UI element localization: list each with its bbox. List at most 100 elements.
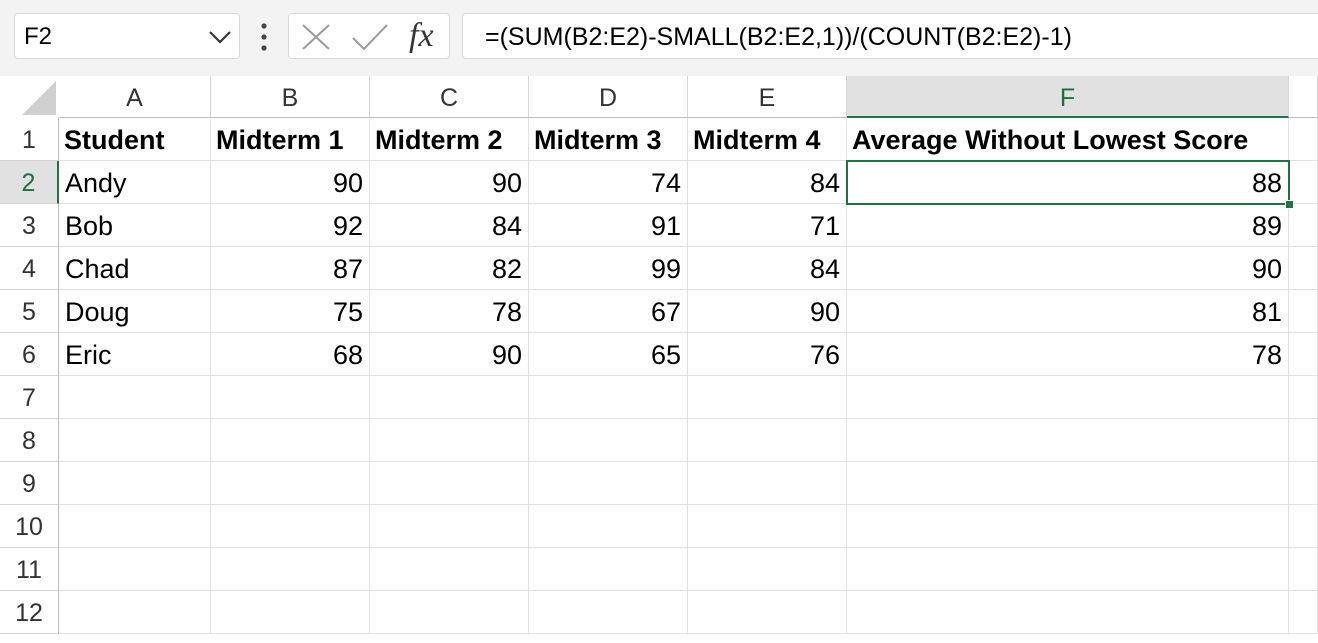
cell-a6[interactable]: Eric	[59, 333, 211, 376]
cell-a10[interactable]	[59, 505, 211, 548]
column-header-d[interactable]: D	[529, 76, 688, 118]
cell-e8[interactable]	[688, 419, 847, 462]
cell-f6[interactable]: 78	[847, 333, 1289, 376]
cell-overflow[interactable]	[1289, 247, 1318, 290]
vertical-dots-icon[interactable]	[256, 22, 272, 52]
cell-e7[interactable]	[688, 376, 847, 419]
cell-f3[interactable]: 89	[847, 204, 1289, 247]
cell-e10[interactable]	[688, 505, 847, 548]
cell-overflow[interactable]	[1289, 591, 1318, 634]
row-header-6[interactable]: 6	[0, 333, 59, 376]
cell-c9[interactable]	[370, 462, 529, 505]
cell-d4[interactable]: 99	[529, 247, 688, 290]
cell-f7[interactable]	[847, 376, 1289, 419]
cell-d10[interactable]	[529, 505, 688, 548]
cell-a7[interactable]	[59, 376, 211, 419]
name-box[interactable]: F2	[14, 13, 240, 59]
cell-c7[interactable]	[370, 376, 529, 419]
cell-f5[interactable]: 81	[847, 290, 1289, 333]
column-header-c[interactable]: C	[370, 76, 529, 118]
cell-b2[interactable]: 90	[211, 161, 370, 204]
cell-overflow[interactable]	[1289, 333, 1318, 376]
cell-c4[interactable]: 82	[370, 247, 529, 290]
cell-b12[interactable]	[211, 591, 370, 634]
cell-overflow[interactable]	[1289, 462, 1318, 505]
cell-b1[interactable]: Midterm 1	[211, 118, 370, 161]
cell-c10[interactable]	[370, 505, 529, 548]
row-header-3[interactable]: 3	[0, 204, 59, 247]
checkmark-icon[interactable]	[351, 22, 389, 52]
cell-a9[interactable]	[59, 462, 211, 505]
fill-handle[interactable]	[1285, 200, 1294, 209]
cell-f8[interactable]	[847, 419, 1289, 462]
column-header-f[interactable]: F	[847, 76, 1289, 118]
cell-a8[interactable]	[59, 419, 211, 462]
row-header-10[interactable]: 10	[0, 505, 59, 548]
cell-b9[interactable]	[211, 462, 370, 505]
cell-b4[interactable]: 87	[211, 247, 370, 290]
cell-a12[interactable]	[59, 591, 211, 634]
fx-icon[interactable]: fx	[409, 17, 434, 55]
cell-b5[interactable]: 75	[211, 290, 370, 333]
cell-e4[interactable]: 84	[688, 247, 847, 290]
cell-a5[interactable]: Doug	[59, 290, 211, 333]
cell-e3[interactable]: 71	[688, 204, 847, 247]
cell-b7[interactable]	[211, 376, 370, 419]
cell-c6[interactable]: 90	[370, 333, 529, 376]
cell-f4[interactable]: 90	[847, 247, 1289, 290]
x-icon[interactable]	[301, 23, 331, 51]
cell-e12[interactable]	[688, 591, 847, 634]
cell-d3[interactable]: 91	[529, 204, 688, 247]
cell-b10[interactable]	[211, 505, 370, 548]
row-header-1[interactable]: 1	[0, 118, 59, 161]
cell-a2[interactable]: Andy	[59, 161, 211, 204]
row-header-8[interactable]: 8	[0, 419, 59, 462]
row-header-2[interactable]: 2	[0, 161, 59, 204]
cell-d5[interactable]: 67	[529, 290, 688, 333]
cell-d9[interactable]	[529, 462, 688, 505]
cell-d7[interactable]	[529, 376, 688, 419]
cell-overflow[interactable]	[1289, 548, 1318, 591]
cell-b8[interactable]	[211, 419, 370, 462]
cell-f9[interactable]	[847, 462, 1289, 505]
cell-c8[interactable]	[370, 419, 529, 462]
cell-e9[interactable]	[688, 462, 847, 505]
row-header-11[interactable]: 11	[0, 548, 59, 591]
cell-b11[interactable]	[211, 548, 370, 591]
row-header-9[interactable]: 9	[0, 462, 59, 505]
cell-f2[interactable]: 88	[847, 161, 1289, 204]
cell-b3[interactable]: 92	[211, 204, 370, 247]
cell-f10[interactable]	[847, 505, 1289, 548]
cell-d11[interactable]	[529, 548, 688, 591]
cell-c2[interactable]: 90	[370, 161, 529, 204]
cell-d2[interactable]: 74	[529, 161, 688, 204]
cell-d8[interactable]	[529, 419, 688, 462]
formula-input[interactable]: =(SUM(B2:E2)-SMALL(B2:E2,1))/(COUNT(B2:E…	[462, 13, 1318, 59]
row-header-5[interactable]: 5	[0, 290, 59, 333]
cell-b6[interactable]: 68	[211, 333, 370, 376]
cell-e5[interactable]: 90	[688, 290, 847, 333]
cell-c5[interactable]: 78	[370, 290, 529, 333]
cell-a11[interactable]	[59, 548, 211, 591]
row-header-4[interactable]: 4	[0, 247, 59, 290]
cell-overflow[interactable]	[1289, 376, 1318, 419]
cell-e11[interactable]	[688, 548, 847, 591]
cell-f12[interactable]	[847, 591, 1289, 634]
cell-a4[interactable]: Chad	[59, 247, 211, 290]
column-header-e[interactable]: E	[688, 76, 847, 118]
cell-d6[interactable]: 65	[529, 333, 688, 376]
cell-c11[interactable]	[370, 548, 529, 591]
column-header-b[interactable]: B	[211, 76, 370, 118]
cell-c1[interactable]: Midterm 2	[370, 118, 529, 161]
cell-e2[interactable]: 84	[688, 161, 847, 204]
cell-overflow[interactable]	[1289, 505, 1318, 548]
row-header-12[interactable]: 12	[0, 591, 59, 634]
cell-e1[interactable]: Midterm 4	[688, 118, 847, 161]
row-header-7[interactable]: 7	[0, 376, 59, 419]
cell-e6[interactable]: 76	[688, 333, 847, 376]
cell-overflow[interactable]	[1289, 161, 1318, 204]
cell-f11[interactable]	[847, 548, 1289, 591]
column-header-a[interactable]: A	[59, 76, 211, 118]
cell-c3[interactable]: 84	[370, 204, 529, 247]
cell-d1[interactable]: Midterm 3	[529, 118, 688, 161]
